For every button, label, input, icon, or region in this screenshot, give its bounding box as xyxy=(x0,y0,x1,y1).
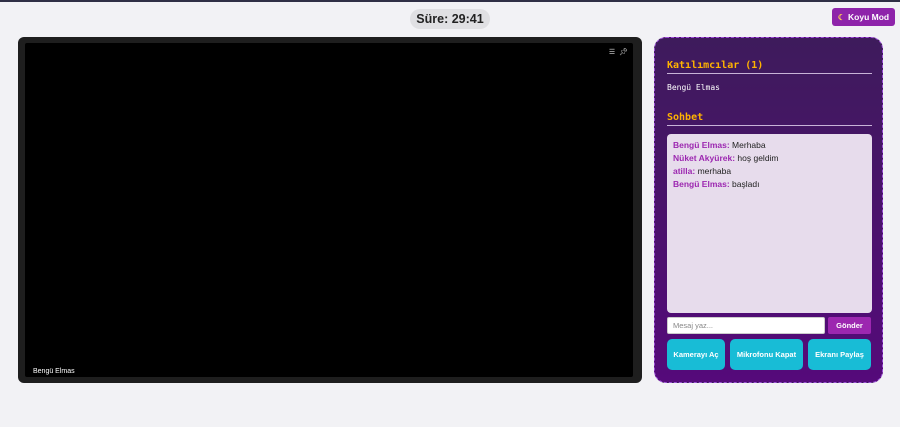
chat-message-user: atilla: xyxy=(673,166,696,176)
chat-title: Sohbet xyxy=(667,112,872,126)
chat-message-user: Bengü Elmas: xyxy=(673,179,730,189)
dark-mode-label: Koyu Mod xyxy=(848,12,890,22)
message-input[interactable]: Mesaj yaz... xyxy=(667,317,825,334)
dark-mode-button[interactable]: ☾ Koyu Mod xyxy=(832,8,895,26)
video-container: ☰ 📌︎ Bengü Elmas xyxy=(18,37,642,383)
menu-icon[interactable]: ☰ xyxy=(609,48,615,56)
video-participant-name: Bengü Elmas xyxy=(33,368,75,375)
chat-message-text: merhaba xyxy=(695,166,732,176)
chat-message: Nüket Akyürek: hoş geldim xyxy=(673,153,866,163)
screen-share-button[interactable]: Ekranı Paylaş xyxy=(808,339,871,370)
microphone-toggle-button[interactable]: Mikrofonu Kapat xyxy=(730,339,803,370)
chat-message: Bengü Elmas: Merhaba xyxy=(673,140,866,150)
camera-toggle-button[interactable]: Kamerayı Aç xyxy=(667,339,725,370)
chat-message-user: Nüket Akyürek: xyxy=(673,153,736,163)
participants-title: Katılımcılar (1) xyxy=(667,60,872,74)
chat-message-user: Bengü Elmas: xyxy=(673,140,730,150)
pin-icon[interactable]: 📌︎ xyxy=(619,48,628,56)
chat-messages: Bengü Elmas: Merhaba Nüket Akyürek: hoş … xyxy=(667,134,872,313)
send-button[interactable]: Gönder xyxy=(828,317,871,334)
chat-message: Bengü Elmas: başladı xyxy=(673,179,866,189)
participant-item: Bengü Elmas xyxy=(667,83,720,92)
chat-message-text: hoş geldim xyxy=(735,153,779,163)
top-border xyxy=(0,0,900,2)
video-feed[interactable]: ☰ 📌︎ Bengü Elmas xyxy=(25,43,633,377)
session-timer: Süre: 29:41 xyxy=(410,9,490,29)
moon-icon: ☾ xyxy=(837,12,846,22)
chat-message-text: başladı xyxy=(729,179,760,189)
side-panel: Katılımcılar (1) Bengü Elmas Sohbet Beng… xyxy=(654,37,883,383)
chat-message: atilla: merhaba xyxy=(673,166,866,176)
chat-message-text: Merhaba xyxy=(729,140,766,150)
